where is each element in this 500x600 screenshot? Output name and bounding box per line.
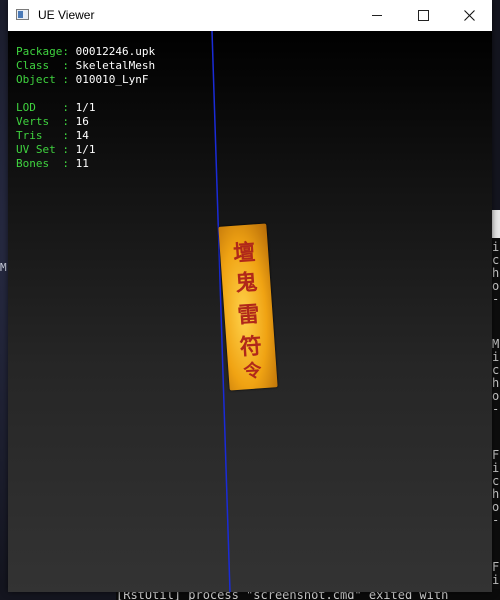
console-line: -	[492, 292, 500, 306]
talisman-glyph: 鬼	[234, 269, 259, 297]
close-icon	[463, 10, 475, 21]
info-bones: Bones : 11	[16, 157, 89, 170]
close-button[interactable]	[446, 0, 492, 31]
info-lod: LOD : 1/1	[16, 101, 96, 114]
talisman-glyph: 令	[242, 360, 263, 383]
minimize-icon	[372, 15, 382, 16]
maximize-icon	[417, 10, 429, 21]
info-uvset: UV Set : 1/1	[16, 143, 96, 156]
3d-viewport[interactable]: Package: 00012246.upk Class : SkeletalMe…	[8, 31, 492, 592]
minimize-button[interactable]	[354, 0, 400, 31]
info-verts: Verts : 16	[16, 115, 89, 128]
maximize-button[interactable]	[400, 0, 446, 31]
info-class: Class : SkeletalMesh	[16, 59, 156, 72]
console-line: -	[492, 402, 500, 416]
talisman-glyph: 雷	[236, 301, 261, 329]
mesh-info-panel: Package: 00012246.upk Class : SkeletalMe…	[16, 45, 155, 171]
info-object: Object : 010010_LynF	[16, 73, 149, 86]
app-window-icon	[16, 9, 29, 20]
ue-viewer-window: UE Viewer Package: 00012246.upk Class : …	[8, 0, 492, 592]
console-line: i	[492, 573, 500, 587]
window-title: UE Viewer	[38, 8, 95, 22]
console-line: -	[492, 513, 500, 527]
info-package: Package: 00012246.upk	[16, 45, 156, 58]
info-tris: Tris : 14	[16, 129, 89, 142]
console-scrollbar[interactable]	[492, 210, 500, 238]
desktop-text: M	[0, 261, 7, 274]
title-bar[interactable]: UE Viewer	[8, 0, 492, 31]
